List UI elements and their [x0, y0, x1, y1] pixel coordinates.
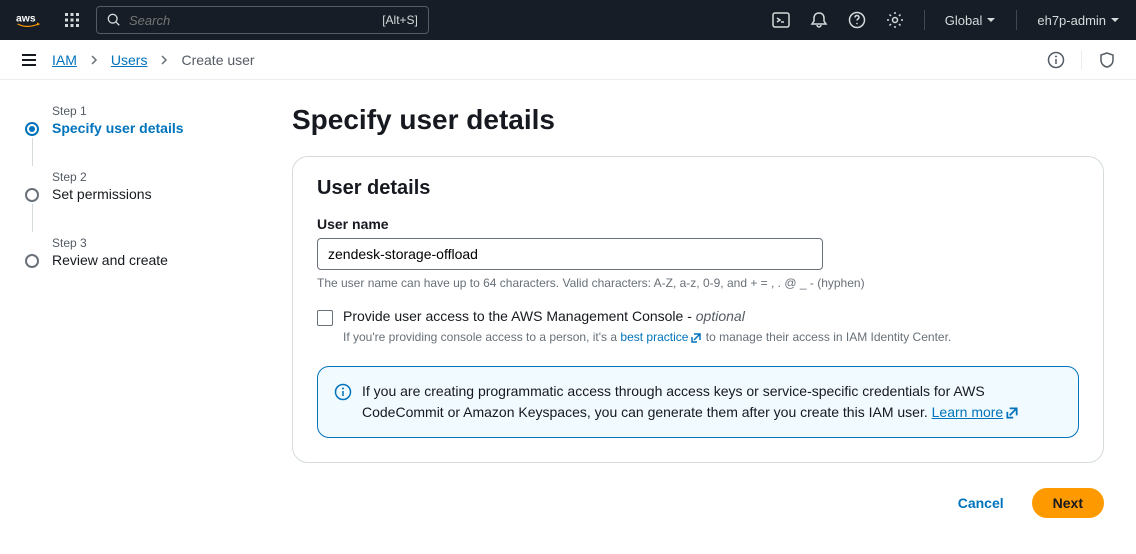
step-2-label: Step 2 [52, 170, 152, 184]
account-label: eh7p-admin [1037, 13, 1106, 28]
region-selector[interactable]: Global [945, 13, 997, 28]
step-circle-2 [25, 188, 39, 202]
page-title: Specify user details [292, 104, 1104, 136]
info-box: If you are creating programmatic access … [317, 366, 1079, 438]
hamburger-icon[interactable] [20, 51, 38, 69]
breadcrumb-iam[interactable]: IAM [52, 52, 77, 68]
chevron-right-icon [89, 55, 99, 65]
chevron-down-icon [986, 15, 996, 25]
step-2-title: Set permissions [52, 186, 152, 202]
services-grid-icon[interactable] [64, 12, 80, 28]
learn-more-link[interactable]: Learn more [932, 404, 1020, 420]
help-icon[interactable] [848, 11, 866, 29]
settings-icon[interactable] [886, 11, 904, 29]
step-circle-1 [25, 122, 39, 136]
step-1-title[interactable]: Specify user details [52, 120, 184, 136]
cloudshell-icon[interactable] [772, 11, 790, 29]
best-practice-link[interactable]: best practice [620, 330, 702, 344]
account-selector[interactable]: eh7p-admin [1037, 13, 1120, 28]
step-1-label: Step 1 [52, 104, 184, 118]
stepper: Step 1 Specify user details Step 2 Set p… [16, 104, 256, 519]
console-access-label: Provide user access to the AWS Managemen… [343, 308, 1079, 324]
username-hint: The user name can have up to 64 characte… [317, 276, 1079, 290]
user-details-panel: User details User name The user name can… [292, 156, 1104, 463]
info-icon [334, 383, 352, 404]
aws-logo[interactable]: aws [16, 10, 48, 30]
console-access-hint: If you're providing console access to a … [343, 328, 1079, 346]
console-access-checkbox[interactable] [317, 310, 333, 326]
chevron-right-icon [159, 55, 169, 65]
username-label: User name [317, 216, 1079, 232]
breadcrumb-users[interactable]: Users [111, 52, 148, 68]
next-button[interactable]: Next [1032, 488, 1104, 518]
step-3-label: Step 3 [52, 236, 168, 250]
username-input[interactable] [317, 238, 823, 270]
step-3-title: Review and create [52, 252, 168, 268]
region-label: Global [945, 13, 983, 28]
actions: Cancel Next [292, 487, 1104, 519]
shield-icon[interactable] [1098, 51, 1116, 69]
search-icon [107, 13, 121, 27]
info-text: If you are creating programmatic access … [362, 381, 1062, 423]
notifications-icon[interactable] [810, 11, 828, 29]
cancel-button[interactable]: Cancel [942, 487, 1020, 519]
breadcrumb-current: Create user [181, 52, 254, 68]
breadcrumbs: IAM Users Create user [52, 52, 255, 68]
svg-text:aws: aws [16, 14, 36, 25]
search-input[interactable] [129, 13, 382, 28]
chevron-down-icon [1110, 15, 1120, 25]
external-link-icon [1005, 406, 1019, 420]
info-icon[interactable] [1047, 51, 1065, 69]
panel-title: User details [317, 177, 1079, 200]
step-circle-3 [25, 254, 39, 268]
search-bar[interactable]: [Alt+S] [96, 6, 429, 34]
top-nav: aws [Alt+S] Global eh7p-admin [0, 0, 1136, 40]
external-link-icon [690, 332, 702, 344]
search-shortcut: [Alt+S] [382, 13, 418, 27]
breadcrumb-bar: IAM Users Create user [0, 40, 1136, 80]
